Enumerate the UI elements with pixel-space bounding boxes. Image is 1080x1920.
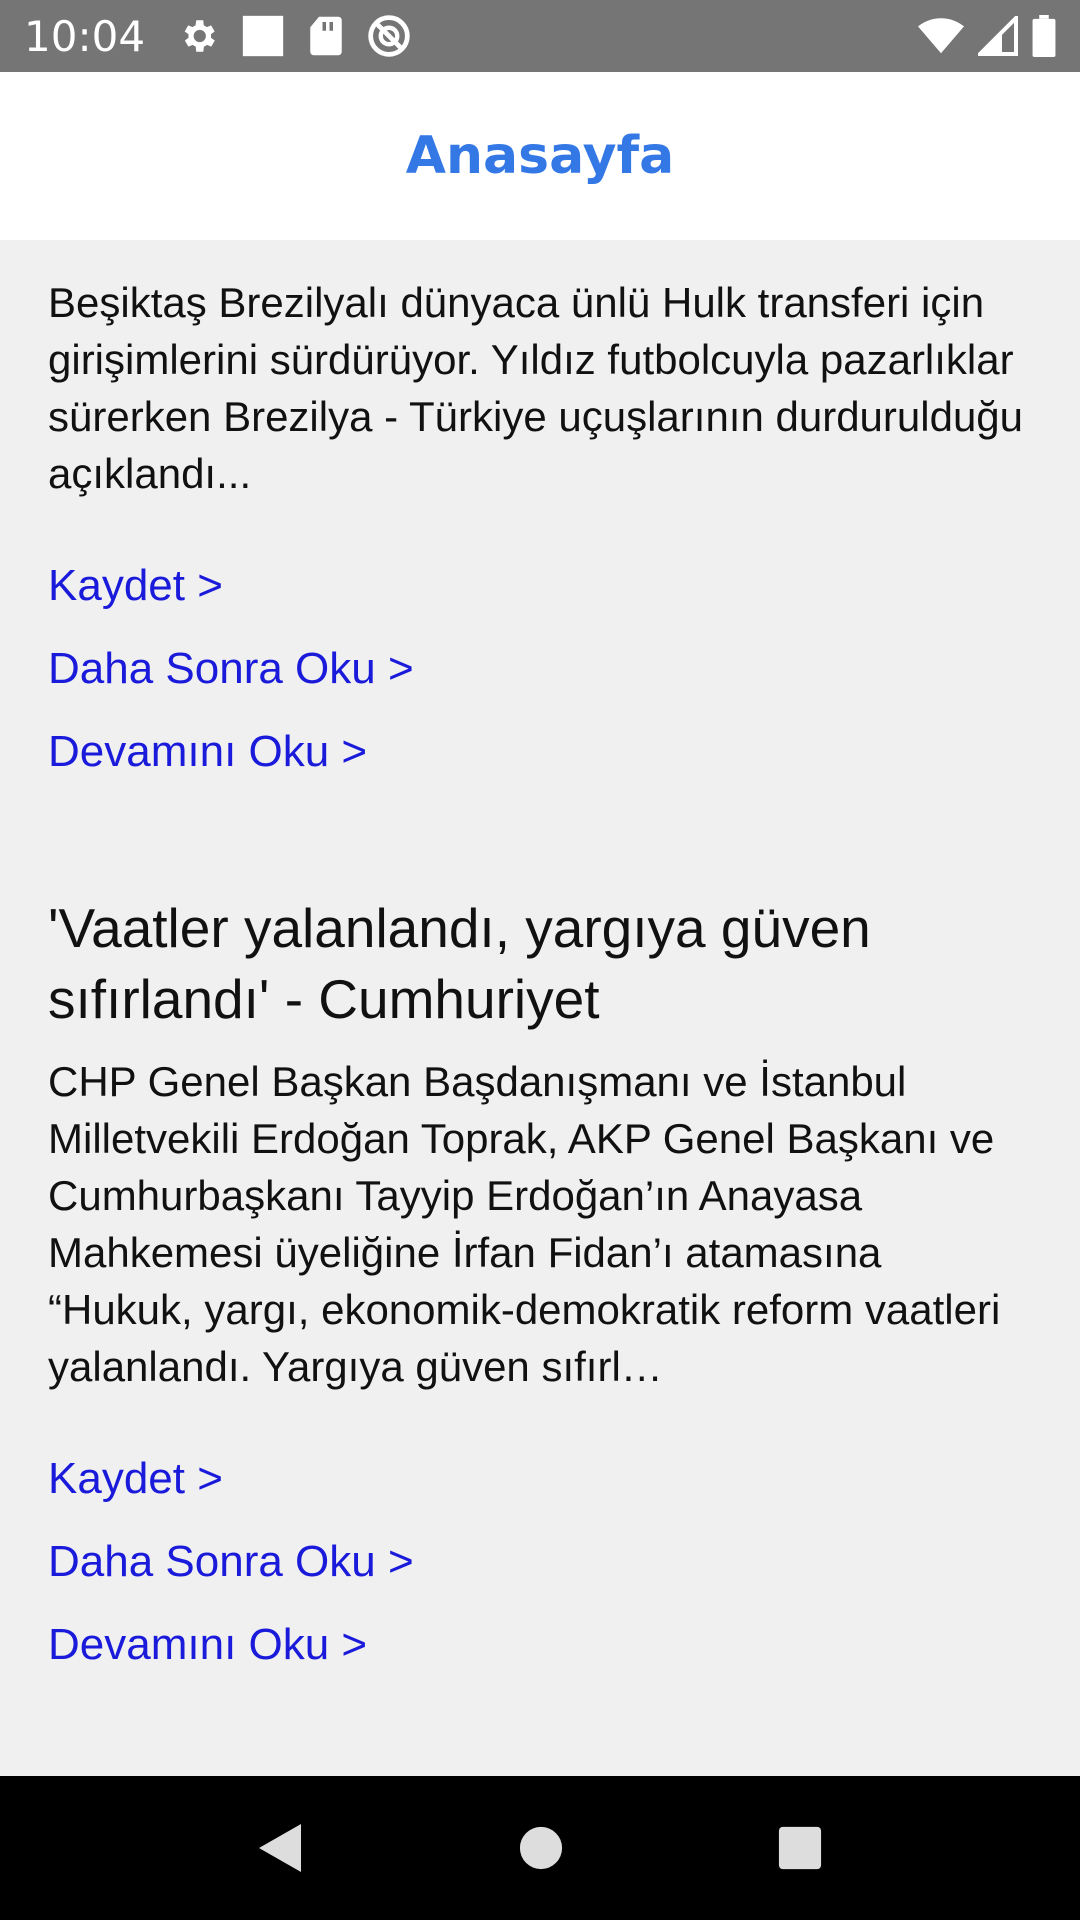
no-sync-icon	[367, 14, 411, 58]
article-item: 'Vaatler yalanlandı, yargıya güven sıfır…	[48, 893, 1032, 1686]
navigation-bar	[0, 1776, 1080, 1920]
recents-icon[interactable]	[777, 1825, 823, 1871]
app-bar: Anasayfa	[0, 72, 1080, 240]
page-title: Anasayfa	[405, 126, 675, 186]
article-list[interactable]: Beşiktaş Brezilyalı dünyaca ünlü Hulk tr…	[0, 240, 1080, 1776]
save-link[interactable]: Kaydet >	[48, 544, 1032, 627]
status-right-icons	[918, 15, 1056, 57]
read-later-link[interactable]: Daha Sonra Oku >	[48, 1520, 1032, 1603]
gear-icon	[177, 15, 219, 57]
article-actions: Kaydet > Daha Sonra Oku > Devamını Oku >	[48, 544, 1032, 793]
read-more-link[interactable]: Devamını Oku >	[48, 710, 1032, 793]
square-notification-icon	[241, 14, 285, 58]
article-item: Beşiktaş Brezilyalı dünyaca ünlü Hulk tr…	[48, 274, 1032, 793]
back-icon[interactable]	[257, 1822, 305, 1874]
article-summary: Beşiktaş Brezilyalı dünyaca ünlü Hulk tr…	[48, 279, 1024, 497]
article-title: 'Vaatler yalanlandı, yargıya güven sıfır…	[48, 897, 871, 1030]
save-link[interactable]: Kaydet >	[48, 1437, 1032, 1520]
read-more-link[interactable]: Devamını Oku >	[48, 1603, 1032, 1686]
home-icon[interactable]	[518, 1825, 564, 1871]
read-later-link[interactable]: Daha Sonra Oku >	[48, 627, 1032, 710]
sd-card-icon	[307, 15, 345, 57]
signal-icon	[978, 16, 1018, 56]
article-actions: Kaydet > Daha Sonra Oku > Devamını Oku >	[48, 1437, 1032, 1686]
status-time: 10:04	[24, 11, 146, 61]
battery-icon	[1032, 15, 1056, 57]
status-left-icons	[177, 14, 411, 58]
wifi-icon	[918, 16, 964, 56]
status-bar: 10:04	[0, 0, 1080, 72]
article-divider	[48, 793, 1032, 893]
article-summary: CHP Genel Başkan Başdanışmanı ve İstanbu…	[48, 1058, 1001, 1390]
